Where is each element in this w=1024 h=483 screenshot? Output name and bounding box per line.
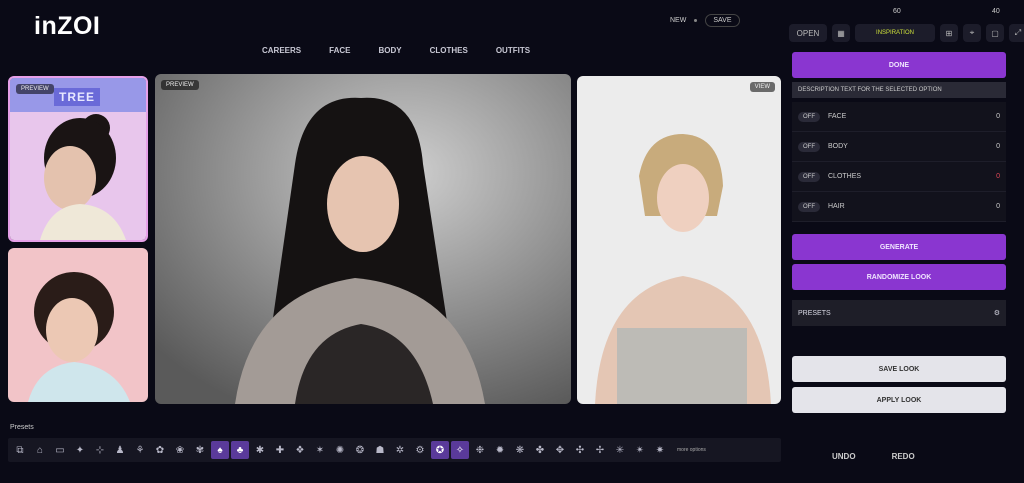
preset-icon[interactable]: ❂ <box>351 441 369 459</box>
preset-icon[interactable]: ⊹ <box>91 441 109 459</box>
inspiration-button[interactable]: INSPIRATION <box>855 24 935 42</box>
top-tab-bar: CAREERS FACE BODY CLOTHES OUTFITS <box>262 46 530 55</box>
list-item-value: 0 <box>996 143 1000 150</box>
preset-icon[interactable]: ✲ <box>391 441 409 459</box>
main-preview-viewport[interactable]: PREVIEW <box>155 74 571 404</box>
preset-toolbar: ⧉ ⌂ ▭ ✦ ⊹ ♟ ⚘ ✿ ❀ ✾ ♠ ♣ ✱ ✚ ❖ ✶ ✺ ❂ ☗ ✲ … <box>8 438 781 462</box>
done-button[interactable]: DONE <box>792 52 1006 78</box>
preset-icon[interactable]: ✢ <box>591 441 609 459</box>
list-item-value: 0 <box>996 173 1000 180</box>
list-item-label: CLOTHES <box>828 173 862 180</box>
list-item-label: FACE <box>828 113 847 120</box>
thumbnail-card-bottom[interactable] <box>8 248 148 402</box>
preset-icon-selected[interactable]: ♠ <box>211 441 229 459</box>
preset-icon[interactable]: ☗ <box>371 441 389 459</box>
preset-icon[interactable]: ⚙ <box>411 441 429 459</box>
presets-dropdown[interactable]: PRESETS ⚙ <box>792 300 1006 326</box>
preset-icon[interactable]: ✤ <box>531 441 549 459</box>
apply-look-button[interactable]: APPLY LOOK <box>792 387 1006 413</box>
preset-icon[interactable]: ✿ <box>151 441 169 459</box>
preset-icon[interactable]: ❀ <box>171 441 189 459</box>
preset-icon[interactable]: ✚ <box>271 441 289 459</box>
preset-icon[interactable]: ✦ <box>71 441 89 459</box>
preset-icon[interactable]: ⚘ <box>131 441 149 459</box>
list-item[interactable]: OFF CLOTHES 0 <box>792 162 1006 192</box>
card-subtitle: TREE <box>54 88 101 106</box>
customization-panel: OPEN ▦ INSPIRATION ⊞ ⌖ ▢ ⤢ DONE DESCRIPT… <box>789 24 1024 474</box>
panel-toolbar: OPEN ▦ INSPIRATION ⊞ ⌖ ▢ ⤢ <box>789 24 1024 42</box>
value-indicator: 40 <box>992 8 1000 15</box>
option-list: OFF FACE 0 OFF BODY 0 OFF CLOTHES 0 OFF … <box>792 102 1006 222</box>
preset-icon-selected[interactable]: ✪ <box>431 441 449 459</box>
layout-icon[interactable]: ⊞ <box>940 24 958 42</box>
preview-label: VIEW <box>749 82 775 92</box>
preset-icon[interactable]: ⧉ <box>11 441 29 459</box>
tab-careers[interactable]: CAREERS <box>262 46 301 55</box>
toggle-badge: OFF <box>798 201 820 212</box>
dropdown-label: PRESETS <box>798 309 831 317</box>
preset-icon[interactable]: ✶ <box>311 441 329 459</box>
generate-button[interactable]: GENERATE <box>792 234 1006 260</box>
preset-icon[interactable]: ❉ <box>471 441 489 459</box>
list-item[interactable]: OFF HAIR 0 <box>792 192 1006 222</box>
preset-icon[interactable]: ✹ <box>491 441 509 459</box>
randomize-button[interactable]: RANDOMIZE LOOK <box>792 264 1006 290</box>
lock-icon[interactable]: ▢ <box>986 24 1004 42</box>
thumbnail-card-top[interactable]: PREVIEW TREE <box>8 76 148 242</box>
viewport-label: PREVIEW <box>161 80 199 90</box>
preset-icon[interactable]: ♟ <box>111 441 129 459</box>
redo-link[interactable]: REDO <box>892 452 915 461</box>
history-controls: UNDO REDO <box>832 452 915 461</box>
preset-icon[interactable]: ✱ <box>251 441 269 459</box>
top-status-bar: NEW SAVE <box>670 14 740 27</box>
preset-icon[interactable]: ✾ <box>191 441 209 459</box>
toggle-badge: OFF <box>798 111 820 122</box>
tab-clothes[interactable]: CLOTHES <box>430 46 468 55</box>
list-item-value: 0 <box>996 113 1000 120</box>
preset-icon[interactable]: ✥ <box>551 441 569 459</box>
status-text: NEW <box>670 17 687 24</box>
preset-icon[interactable]: ▭ <box>51 441 69 459</box>
card-label: PREVIEW <box>16 84 54 94</box>
save-look-button[interactable]: SAVE LOOK <box>792 356 1006 382</box>
list-item[interactable]: OFF BODY 0 <box>792 132 1006 162</box>
pin-icon[interactable]: ⌖ <box>963 24 981 42</box>
separator-dot <box>694 19 698 22</box>
preset-icon-selected[interactable]: ✧ <box>451 441 469 459</box>
presets-section-label: Presets <box>10 424 34 431</box>
preset-icon[interactable]: ⌂ <box>31 441 49 459</box>
preset-icon[interactable]: ✣ <box>571 441 589 459</box>
list-item-value: 0 <box>996 203 1000 210</box>
tab-face[interactable]: FACE <box>329 46 350 55</box>
undo-link[interactable]: UNDO <box>832 452 856 461</box>
list-item-label: BODY <box>828 143 848 150</box>
more-options-text[interactable]: more options <box>677 447 706 453</box>
preset-icon[interactable]: ✴ <box>631 441 649 459</box>
preset-icon[interactable]: ✷ <box>651 441 669 459</box>
app-logo: inZOI <box>34 12 101 40</box>
toggle-badge: OFF <box>798 171 820 182</box>
tab-outfits[interactable]: OUTFITS <box>496 46 530 55</box>
preset-icon[interactable]: ❋ <box>511 441 529 459</box>
option-description: DESCRIPTION TEXT FOR THE SELECTED OPTION <box>792 82 1006 98</box>
preset-icon[interactable]: ✳ <box>611 441 629 459</box>
secondary-preview[interactable]: VIEW <box>577 76 781 404</box>
settings-icon: ⚙ <box>993 310 1000 317</box>
list-item[interactable]: OFF FACE 0 <box>792 102 1006 132</box>
grid-icon[interactable]: ▦ <box>832 24 850 42</box>
expand-icon[interactable]: ⤢ <box>1009 24 1024 42</box>
list-item-label: HAIR <box>828 203 845 210</box>
preset-icon[interactable]: ❖ <box>291 441 309 459</box>
count-indicator: 60 <box>893 8 901 15</box>
preset-icon[interactable]: ✺ <box>331 441 349 459</box>
preset-icon-selected[interactable]: ♣ <box>231 441 249 459</box>
toggle-badge: OFF <box>798 141 820 152</box>
open-button[interactable]: OPEN <box>789 24 827 42</box>
save-pill-button[interactable]: SAVE <box>705 14 740 27</box>
tab-body[interactable]: BODY <box>378 46 401 55</box>
